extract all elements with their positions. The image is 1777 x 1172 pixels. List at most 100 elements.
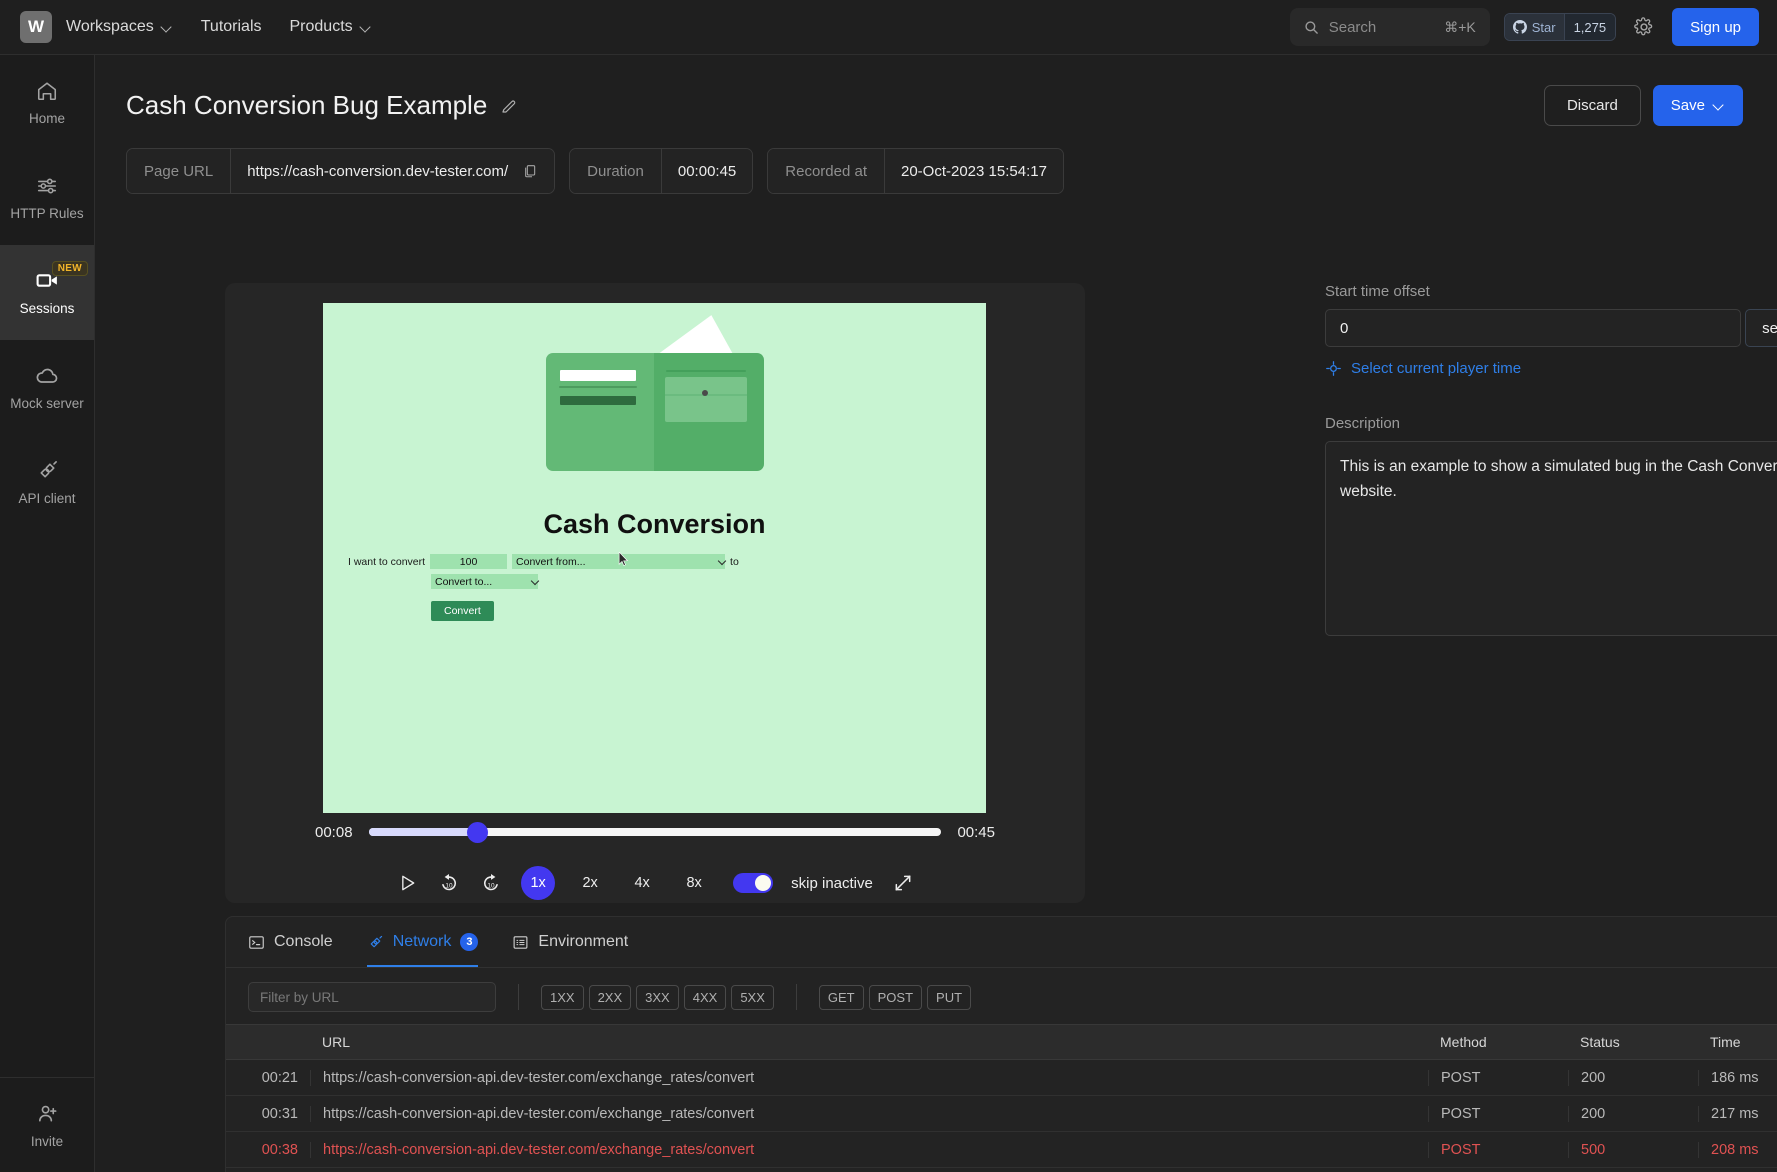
sidebar-new-badge: NEW bbox=[51, 261, 88, 276]
wallet-icon bbox=[545, 303, 766, 471]
edit-pencil-icon[interactable] bbox=[500, 97, 518, 115]
home-icon bbox=[36, 79, 58, 102]
cloud-icon bbox=[35, 364, 59, 387]
row-time-offset: 00:31 bbox=[261, 1105, 298, 1122]
inspector-tabs: Console Network 3 Environment bbox=[226, 917, 1777, 968]
sidebar-item-mock-server[interactable]: Mock server bbox=[0, 340, 94, 435]
filter-url-input[interactable] bbox=[248, 982, 496, 1012]
sidebar-item-sessions[interactable]: NEW Sessions bbox=[0, 245, 94, 340]
player-seek-thumb[interactable] bbox=[467, 822, 489, 843]
status-chip-1xx[interactable]: 1XX bbox=[541, 984, 584, 1010]
description-label: Description bbox=[1325, 415, 1401, 432]
conversion-row-2: Convert to... bbox=[431, 574, 986, 589]
list-icon bbox=[513, 935, 528, 949]
table-row[interactable]: 00:21 https://cash-conversion-api.dev-te… bbox=[226, 1060, 1777, 1096]
status-chip-5xx[interactable]: 5XX bbox=[731, 984, 774, 1010]
method-chip-group: GET POST PUT bbox=[818, 984, 972, 1010]
topbar-right-group: Search ⌘+K Star 1,275 Sign up bbox=[1289, 8, 1777, 46]
wallet-left-panel bbox=[545, 353, 654, 471]
select-current-player-time-link[interactable]: Select current player time bbox=[1325, 360, 1777, 377]
github-icon bbox=[1512, 20, 1527, 34]
wallet-card bbox=[664, 377, 747, 422]
rewind-10-button[interactable]: 10 bbox=[437, 871, 461, 895]
row-method: POST bbox=[1428, 1105, 1568, 1122]
speed-4x-button[interactable]: 4x bbox=[625, 866, 659, 900]
nav-tutorials[interactable]: Tutorials bbox=[187, 9, 276, 45]
status-chip-3xx[interactable]: 3XX bbox=[636, 984, 679, 1010]
sidebar-item-http-rules[interactable]: HTTP Rules bbox=[0, 150, 94, 245]
chevron-down-icon bbox=[162, 22, 173, 33]
player-seek-bar[interactable] bbox=[368, 822, 942, 843]
convert-to-select[interactable]: Convert to... bbox=[431, 574, 538, 589]
speed-8x-button[interactable]: 8x bbox=[677, 866, 711, 900]
gear-icon bbox=[1634, 17, 1653, 36]
description-textarea[interactable]: This is an example to show a simulated b… bbox=[1325, 441, 1777, 636]
settings-button[interactable] bbox=[1630, 13, 1658, 41]
sliders-icon bbox=[36, 174, 58, 197]
select-player-time-label: Select current player time bbox=[1351, 360, 1522, 377]
chevron-down-icon bbox=[1714, 100, 1725, 111]
copy-icon[interactable] bbox=[522, 163, 538, 179]
nav-workspaces[interactable]: Workspaces bbox=[52, 9, 187, 45]
toggle-knob bbox=[755, 875, 772, 891]
sidebar-item-home[interactable]: Home bbox=[0, 55, 94, 150]
col-header-status: Status bbox=[1580, 1034, 1620, 1050]
search-icon bbox=[1305, 20, 1318, 34]
github-star-label: Star bbox=[1531, 19, 1556, 35]
tab-console[interactable]: Console bbox=[248, 933, 333, 967]
recorded-at-group: Recorded at 20-Oct-2023 15:54:17 bbox=[767, 148, 1064, 194]
github-star-button[interactable]: Star 1,275 bbox=[1503, 13, 1617, 41]
fullscreen-button[interactable] bbox=[891, 871, 915, 895]
sidebar-item-label: Mock server bbox=[10, 396, 84, 411]
duration-label: Duration bbox=[570, 149, 661, 193]
start-time-offset-input[interactable] bbox=[1325, 309, 1742, 347]
skip-inactive-label: skip inactive bbox=[791, 874, 873, 892]
nav-tutorials-label: Tutorials bbox=[200, 18, 262, 35]
sidebar-item-invite[interactable]: Invite bbox=[0, 1077, 94, 1172]
col-header-method: Method bbox=[1440, 1034, 1487, 1050]
nav-products-label: Products bbox=[289, 18, 353, 35]
conversion-row-1: I want to convert Convert from... to bbox=[348, 554, 986, 569]
tab-environment[interactable]: Environment bbox=[512, 933, 628, 967]
method-chip-post[interactable]: POST bbox=[868, 984, 923, 1010]
row-url: https://cash-conversion-api.dev-tester.c… bbox=[310, 1105, 1428, 1122]
amount-input[interactable] bbox=[430, 554, 508, 569]
skip-inactive-toggle[interactable] bbox=[733, 873, 774, 893]
save-button[interactable]: Save bbox=[1652, 85, 1743, 126]
speed-1x-button[interactable]: 1x bbox=[521, 866, 556, 900]
method-chip-put[interactable]: PUT bbox=[927, 984, 972, 1010]
row-time-offset: 00:38 bbox=[261, 1141, 298, 1158]
session-details-panel: Start time offset seconds Select current… bbox=[1325, 283, 1777, 641]
search-input[interactable]: Search ⌘+K bbox=[1289, 8, 1490, 46]
nav-products[interactable]: Products bbox=[276, 9, 386, 45]
sidebar-item-api-client[interactable]: API client bbox=[0, 435, 94, 530]
row-method: POST bbox=[1428, 1141, 1568, 1158]
status-chip-4xx[interactable]: 4XX bbox=[683, 984, 727, 1010]
session-meta-row: Page URL https://cash-conversion.dev-tes… bbox=[95, 126, 1777, 194]
convert-to-value: Convert to... bbox=[435, 575, 493, 588]
discard-button[interactable]: Discard bbox=[1543, 85, 1641, 126]
page-url-label: Page URL bbox=[127, 149, 231, 193]
play-button[interactable] bbox=[395, 871, 419, 895]
network-count-badge: 3 bbox=[460, 933, 479, 951]
row-status: 200 bbox=[1568, 1069, 1698, 1086]
row-status: 500 bbox=[1568, 1141, 1698, 1158]
speed-2x-button[interactable]: 2x bbox=[573, 866, 607, 900]
start-time-offset-label: Start time offset bbox=[1325, 283, 1430, 300]
sign-up-button[interactable]: Sign up bbox=[1672, 8, 1759, 46]
tab-network[interactable]: Network 3 bbox=[366, 933, 479, 967]
github-star-count: 1,275 bbox=[1563, 14, 1616, 40]
method-chip-get[interactable]: GET bbox=[818, 984, 864, 1010]
sidebar-item-label: API client bbox=[18, 491, 76, 506]
forward-10-button[interactable]: 10 bbox=[479, 871, 503, 895]
offset-unit-select[interactable]: seconds bbox=[1745, 309, 1777, 347]
status-chip-2xx[interactable]: 2XX bbox=[588, 984, 632, 1010]
tab-label: Environment bbox=[538, 933, 629, 950]
table-row[interactable]: 00:38 https://cash-conversion-api.dev-te… bbox=[226, 1132, 1777, 1168]
convert-button[interactable]: Convert bbox=[431, 601, 494, 621]
inspector-panel: Console Network 3 Environment Filter by … bbox=[225, 916, 1777, 1172]
wallet-bar-dark bbox=[559, 396, 636, 405]
table-row[interactable]: 00:31 https://cash-conversion-api.dev-te… bbox=[226, 1096, 1777, 1132]
table-header-row: URL Method Status Time bbox=[226, 1024, 1777, 1060]
network-filters: 1XX 2XX 3XX 4XX 5XX GET POST PUT bbox=[226, 968, 1777, 1024]
